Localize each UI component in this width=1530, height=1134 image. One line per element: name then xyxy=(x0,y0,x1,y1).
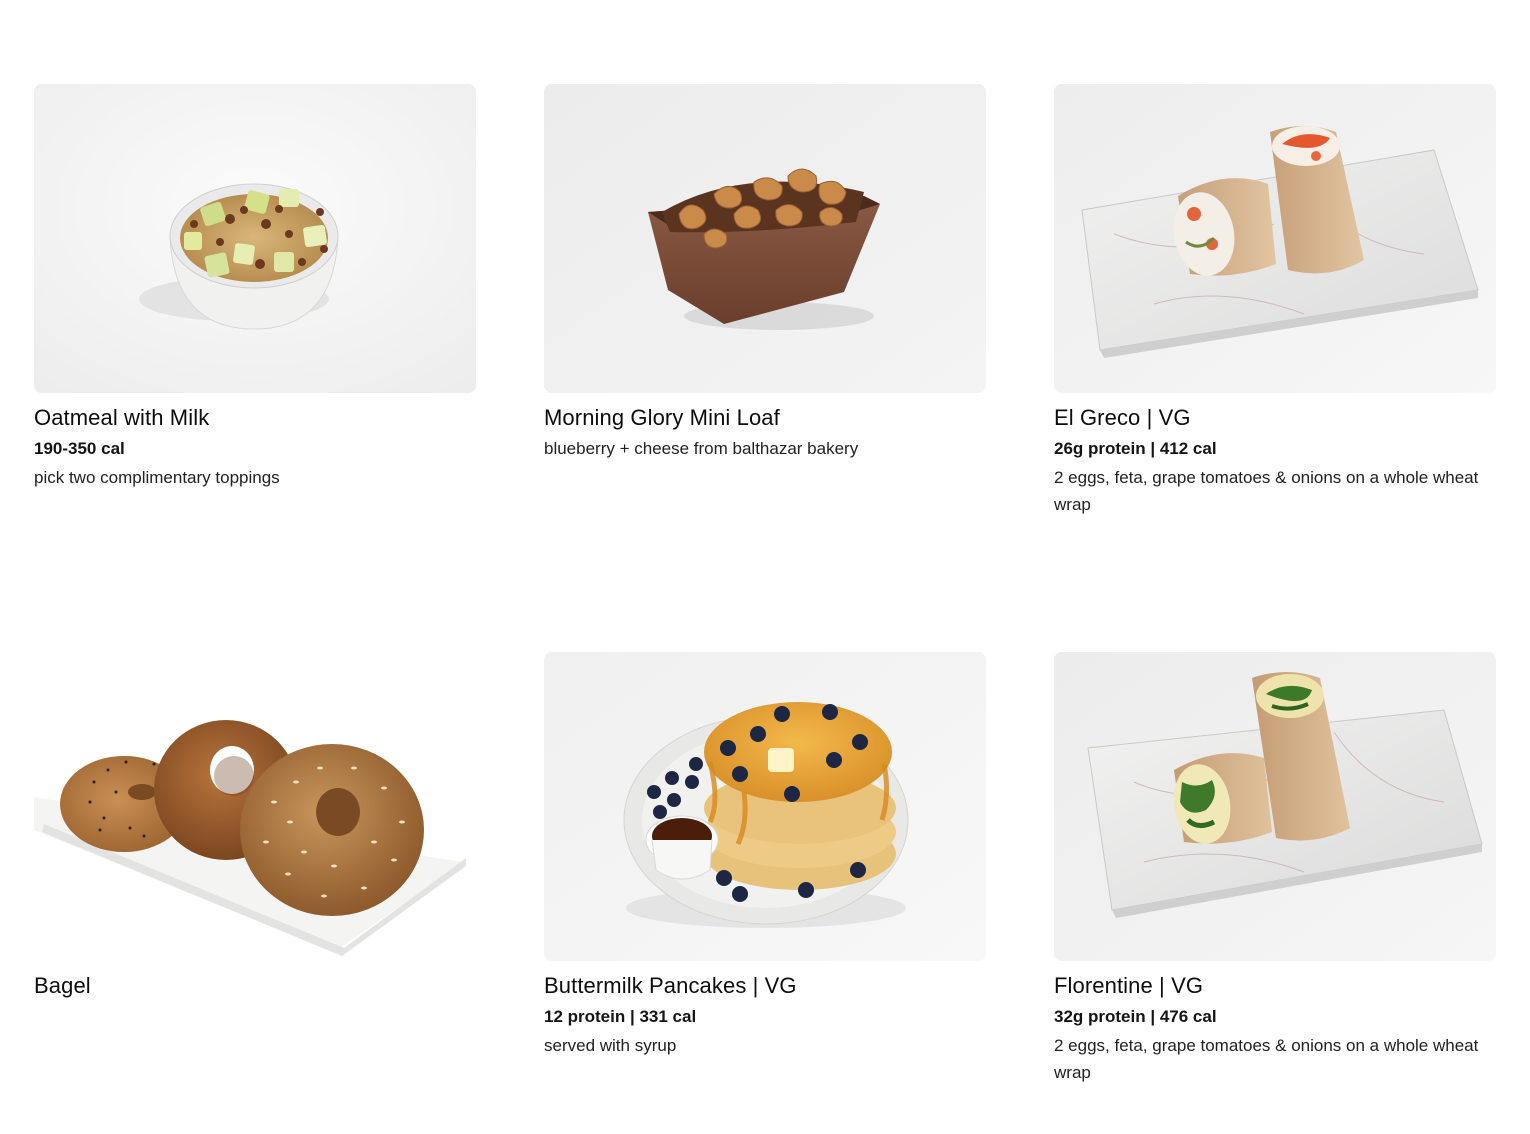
item-description: served with syrup xyxy=(544,1036,677,1055)
item-description: 2 eggs, feta, grape tomatoes & onions on… xyxy=(1054,1036,1479,1082)
menu-item-card[interactable]: Buttermilk Pancakes | VG 12 protein | 33… xyxy=(544,652,986,1059)
bagels-on-plate-photo[interactable] xyxy=(34,652,476,961)
item-description: blueberry + cheese from balthazar bakery xyxy=(544,439,859,458)
item-title[interactable]: Morning Glory Mini Loaf xyxy=(544,405,986,431)
item-nutrition: 26g protein | 412 cal xyxy=(1054,439,1217,458)
menu-item-card[interactable]: Morning Glory Mini Loaf blueberry + chee… xyxy=(544,84,986,462)
item-title[interactable]: Bagel xyxy=(34,973,476,999)
menu-item-card[interactable]: Oatmeal with Milk 190-350 cal pick two c… xyxy=(34,84,476,491)
wrap-on-marble-photo[interactable] xyxy=(1054,84,1496,393)
item-title[interactable]: El Greco | VG xyxy=(1054,405,1496,431)
item-nutrition: 190-350 cal xyxy=(34,439,125,458)
mini-loaf-photo[interactable] xyxy=(544,84,986,393)
oatmeal-bowl-photo[interactable] xyxy=(34,84,476,393)
item-nutrition: 12 protein | 331 cal xyxy=(544,1007,697,1026)
menu-grid: Oatmeal with Milk 190-350 cal pick two c… xyxy=(0,0,1530,1134)
item-description: pick two complimentary toppings xyxy=(34,468,280,487)
item-title[interactable]: Florentine | VG xyxy=(1054,973,1496,999)
menu-item-card[interactable]: Bagel xyxy=(34,652,476,999)
item-title[interactable]: Oatmeal with Milk xyxy=(34,405,476,431)
item-description: 2 eggs, feta, grape tomatoes & onions on… xyxy=(1054,468,1479,514)
pancakes-plate-photo[interactable] xyxy=(544,652,986,961)
menu-item-card[interactable]: Florentine | VG 32g protein | 476 cal 2 … xyxy=(1054,652,1496,1086)
item-title[interactable]: Buttermilk Pancakes | VG xyxy=(544,973,986,999)
item-nutrition: 32g protein | 476 cal xyxy=(1054,1007,1217,1026)
spinach-wrap-photo[interactable] xyxy=(1054,652,1496,961)
menu-item-card[interactable]: El Greco | VG 26g protein | 412 cal 2 eg… xyxy=(1054,84,1496,518)
